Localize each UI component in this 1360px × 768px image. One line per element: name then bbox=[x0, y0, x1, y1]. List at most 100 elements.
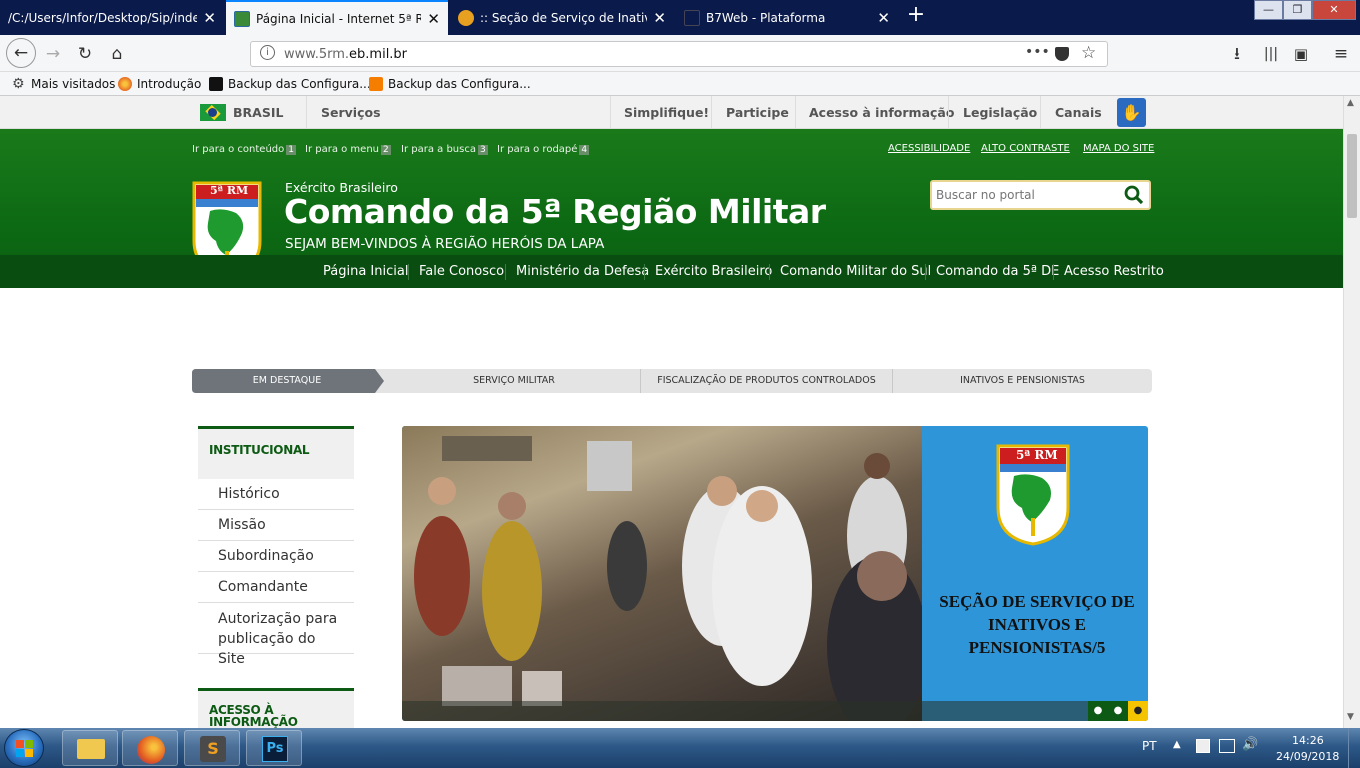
hamburger-menu-icon[interactable]: ≡ bbox=[1328, 41, 1354, 67]
sidebar-item-historico[interactable]: Histórico bbox=[198, 479, 354, 510]
page-scrollbar[interactable]: ▲ ▼ bbox=[1343, 96, 1360, 728]
bookmark-star-icon[interactable]: ☆ bbox=[1081, 43, 1096, 63]
library-icon[interactable]: ||| bbox=[1258, 41, 1284, 67]
sidebar-item-comandante[interactable]: Comandante bbox=[198, 572, 354, 603]
search-input[interactable] bbox=[936, 185, 1114, 205]
scroll-down-icon[interactable]: ▼ bbox=[1347, 712, 1354, 722]
info-icon[interactable]: i bbox=[260, 45, 275, 60]
menu-acesso-restrito[interactable]: Acesso Restrito bbox=[1064, 255, 1164, 288]
windows-taskbar: S Ps PT ▲ 🔊 14:26 24/09/2018 bbox=[0, 728, 1360, 768]
browser-tab[interactable]: :: Seção de Serviço de Inativos e ✕ bbox=[450, 0, 674, 35]
skip-to-search-link[interactable]: Ir para a busca 3 bbox=[401, 144, 488, 155]
menu-comando-5-de[interactable]: Comando da 5ª DE bbox=[936, 255, 1059, 288]
servicos-link[interactable]: Serviços bbox=[321, 96, 381, 129]
minimize-button[interactable]: — bbox=[1254, 0, 1283, 20]
libras-hand-icon[interactable]: ✋ bbox=[1117, 98, 1146, 127]
carousel-dot-1[interactable]: ● bbox=[1088, 701, 1108, 721]
browser-nav-bar: ← → ↻ ⌂ i www.5rm.eb.mil.br ••• ☆ ⭳ ||| … bbox=[0, 35, 1360, 72]
bookmark-item[interactable]: Backup das Configura... bbox=[209, 75, 371, 93]
menu-comando-militar-sul[interactable]: Comando Militar do Sul bbox=[780, 255, 931, 288]
clock-date[interactable]: 24/09/2018 bbox=[1276, 750, 1339, 763]
bookmark-item[interactable]: ⚙ Mais visitados bbox=[12, 75, 115, 93]
skip-to-footer-link[interactable]: Ir para o rodapé 4 bbox=[497, 144, 590, 155]
tab-fiscalizacao[interactable]: FISCALIZAÇÃO DE PRODUTOS CONTROLADOS bbox=[641, 369, 892, 393]
scroll-thumb[interactable] bbox=[1347, 134, 1357, 218]
back-icon[interactable]: ← bbox=[6, 38, 36, 68]
menu-ministerio-defesa[interactable]: Ministério da Defesa bbox=[516, 255, 649, 288]
volume-icon[interactable]: 🔊 bbox=[1242, 737, 1258, 752]
skip-to-menu-link[interactable]: Ir para o menu 2 bbox=[305, 144, 391, 155]
browser-tab-active[interactable]: Página Inicial - Internet 5ª RM ✕ bbox=[226, 0, 448, 35]
close-tab-icon[interactable]: ✕ bbox=[427, 10, 440, 28]
alto-contraste-link[interactable]: ALTO CONTRASTE bbox=[981, 143, 1070, 154]
sublime-icon[interactable]: S bbox=[184, 730, 240, 766]
bookmark-label: Backup das Configura... bbox=[388, 77, 531, 91]
bookmark-label: Mais visitados bbox=[31, 77, 116, 91]
show-hidden-icons-icon[interactable]: ▲ bbox=[1173, 739, 1181, 750]
sidebar-item-autorizacao[interactable]: Autorização para publicação do Site bbox=[198, 603, 354, 667]
tab-em-destaque[interactable]: EM DESTAQUE bbox=[192, 369, 382, 393]
b7web-favicon-icon bbox=[684, 9, 700, 26]
network-icon[interactable] bbox=[1219, 739, 1235, 753]
acessibilidade-link[interactable]: ACESSIBILIDADE bbox=[888, 143, 970, 154]
menu-fale-conosco[interactable]: Fale Conosco bbox=[419, 255, 504, 288]
main-menu: Página Inicial Fale Conosco Ministério d… bbox=[0, 255, 1343, 288]
tab-servico-militar[interactable]: SERVIÇO MILITAR bbox=[388, 369, 640, 393]
menu-pagina-inicial[interactable]: Página Inicial bbox=[323, 255, 408, 288]
maximize-button[interactable]: ❐ bbox=[1283, 0, 1312, 20]
language-indicator[interactable]: PT bbox=[1142, 739, 1157, 753]
acesso-informacao-link[interactable]: Acesso à informação bbox=[809, 96, 954, 129]
clock-time[interactable]: 14:26 bbox=[1292, 734, 1324, 747]
firefox-icon[interactable] bbox=[122, 730, 178, 766]
mapa-do-site-link[interactable]: MAPA DO SITE bbox=[1083, 143, 1154, 154]
site-title[interactable]: Comando da 5ª Região Militar bbox=[284, 192, 826, 231]
canais-link[interactable]: Canais bbox=[1055, 96, 1102, 129]
content-tabs: EM DESTAQUE SERVIÇO MILITAR FISCALIZAÇÃO… bbox=[192, 369, 1152, 393]
scroll-up-icon[interactable]: ▲ bbox=[1347, 98, 1354, 108]
search-box bbox=[930, 180, 1151, 210]
bookmark-label: Introdução bbox=[137, 77, 202, 91]
browser-tab[interactable]: B7Web - Plataforma ✕ bbox=[676, 0, 898, 35]
close-window-button[interactable]: ✕ bbox=[1312, 0, 1356, 20]
close-tab-icon[interactable]: ✕ bbox=[877, 9, 890, 27]
sidebar-heading: INSTITUCIONAL bbox=[198, 426, 354, 479]
site-subtitle: SEJAM BEM-VINDOS À REGIÃO HERÓIS DA LAPA bbox=[285, 236, 605, 252]
dollar-favicon-icon bbox=[458, 9, 474, 26]
featured-banner[interactable]: 5ª RM SEÇÃO DE SERVIÇO DE INATIVOS E PEN… bbox=[402, 426, 1148, 721]
pocket-icon[interactable] bbox=[1055, 47, 1069, 61]
bookmark-item[interactable]: Backup das Configura... bbox=[369, 75, 531, 93]
close-tab-icon[interactable]: ✕ bbox=[653, 9, 666, 27]
page-actions-icon[interactable]: ••• bbox=[1025, 44, 1050, 60]
carousel-dot-3-active[interactable]: ● bbox=[1128, 701, 1148, 721]
carousel-dot-2[interactable]: ● bbox=[1108, 701, 1128, 721]
sidebar-item-subordinacao[interactable]: Subordinação bbox=[198, 541, 354, 572]
legislacao-link[interactable]: Legislação bbox=[963, 96, 1037, 129]
gov-bar: BRASIL Serviços Simplifique! Participe A… bbox=[0, 96, 1343, 129]
downloads-icon[interactable]: ⭳ bbox=[1224, 41, 1250, 67]
forward-icon[interactable]: → bbox=[40, 41, 66, 67]
bookmark-item[interactable]: Introdução bbox=[118, 75, 201, 93]
show-desktop-button[interactable] bbox=[1348, 728, 1360, 768]
participe-link[interactable]: Participe bbox=[726, 96, 789, 129]
close-tab-icon[interactable]: ✕ bbox=[203, 9, 216, 27]
reload-icon[interactable]: ↻ bbox=[72, 41, 98, 67]
backup-icon bbox=[209, 77, 223, 91]
simplifique-link[interactable]: Simplifique! bbox=[624, 96, 709, 129]
search-icon[interactable] bbox=[1119, 182, 1149, 208]
brazil-flag-icon[interactable] bbox=[200, 104, 226, 121]
tab-inativos-pensionistas[interactable]: INATIVOS E PENSIONISTAS bbox=[893, 369, 1152, 393]
explorer-icon[interactable] bbox=[62, 730, 118, 766]
skip-to-content-link[interactable]: Ir para o conteúdo 1 bbox=[192, 144, 296, 155]
home-icon[interactable]: ⌂ bbox=[104, 41, 130, 67]
sidebar-icon[interactable]: ▣ bbox=[1288, 41, 1314, 67]
browser-tab[interactable]: /C:/Users/Infor/Desktop/Sip/index. ✕ bbox=[0, 0, 224, 35]
url-bar[interactable]: i www.5rm.eb.mil.br ••• ☆ bbox=[250, 41, 1108, 67]
action-center-icon[interactable] bbox=[1196, 739, 1210, 753]
menu-exercito-brasileiro[interactable]: Exército Brasileiro bbox=[655, 255, 772, 288]
photoshop-icon[interactable]: Ps bbox=[246, 730, 302, 766]
brasil-link[interactable]: BRASIL bbox=[233, 96, 283, 129]
start-button-icon[interactable] bbox=[4, 729, 44, 767]
new-tab-button[interactable]: + bbox=[904, 4, 928, 28]
sidebar-item-missao[interactable]: Missão bbox=[198, 510, 354, 541]
banner-logo-text: 5ª RM bbox=[1016, 448, 1058, 462]
